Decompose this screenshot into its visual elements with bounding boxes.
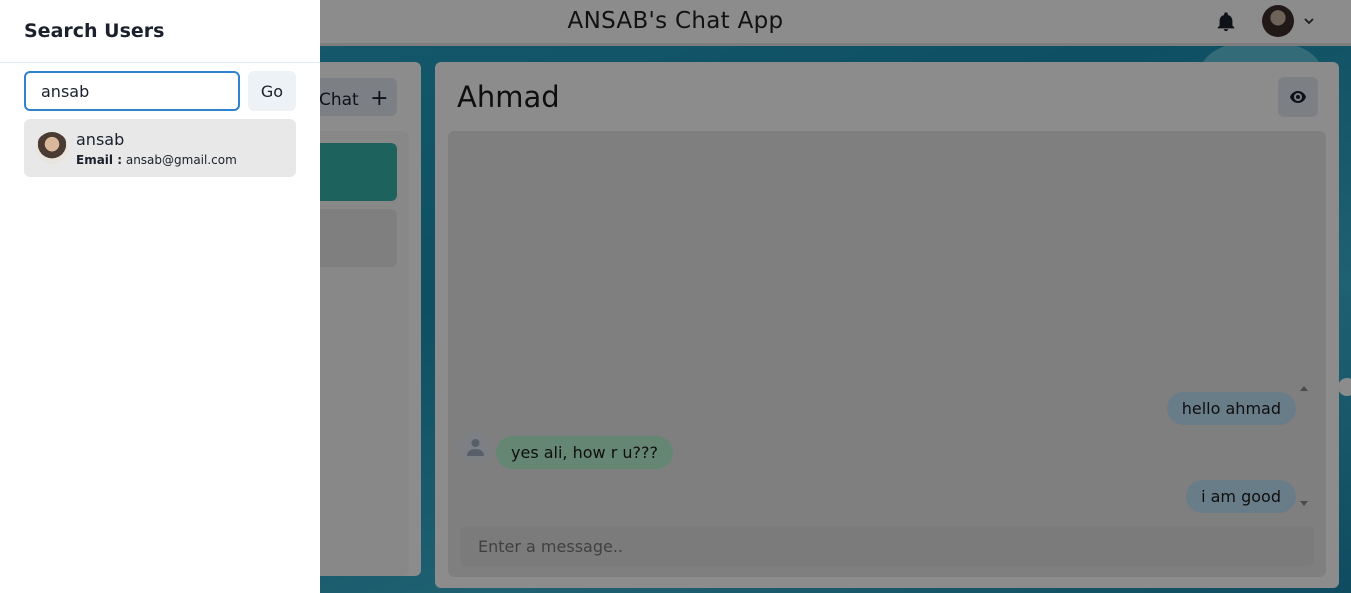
divider: [0, 62, 320, 63]
user-list-item[interactable]: ansab Email : ansab@gmail.com: [24, 119, 296, 177]
go-button[interactable]: Go: [248, 71, 296, 111]
avatar: [36, 132, 68, 164]
email-value: ansab@gmail.com: [125, 153, 237, 167]
search-drawer: Search Users Go ansab Email : ansab@gmai…: [0, 0, 320, 593]
search-input[interactable]: [24, 71, 240, 111]
drawer-title: Search Users: [24, 20, 165, 42]
user-email: Email : ansab@gmail.com: [76, 153, 237, 167]
email-label: Email :: [76, 153, 123, 167]
user-name: ansab: [76, 130, 125, 149]
